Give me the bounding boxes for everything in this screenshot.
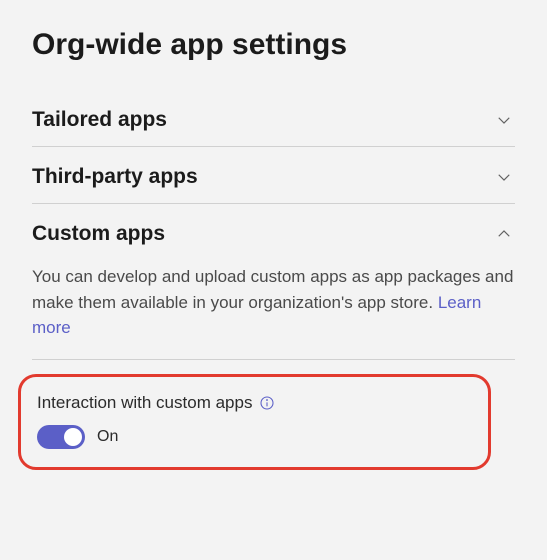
section-header-third-party-apps[interactable]: Third-party apps (32, 147, 515, 203)
section-header-custom-apps[interactable]: Custom apps (32, 204, 515, 260)
section-tailored-apps: Tailored apps (32, 90, 515, 147)
interaction-toggle-state: On (97, 428, 118, 446)
section-body-custom-apps: You can develop and upload custom apps a… (32, 260, 515, 359)
chevron-down-icon (493, 109, 515, 131)
interaction-setting-label-row: Interaction with custom apps (37, 393, 472, 413)
chevron-up-icon (493, 223, 515, 245)
page-title: Org-wide app settings (32, 28, 515, 62)
section-custom-apps: Custom apps You can develop and upload c… (32, 204, 515, 360)
toggle-knob (64, 428, 82, 446)
section-third-party-apps: Third-party apps (32, 147, 515, 204)
chevron-down-icon (493, 166, 515, 188)
interaction-toggle-row: On (37, 425, 472, 449)
section-header-tailored-apps[interactable]: Tailored apps (32, 90, 515, 146)
custom-apps-description: You can develop and upload custom apps a… (32, 264, 515, 341)
section-title-third-party-apps: Third-party apps (32, 165, 198, 189)
interaction-setting-label: Interaction with custom apps (37, 393, 252, 413)
info-icon[interactable] (258, 394, 276, 412)
interaction-setting-highlight: Interaction with custom apps On (18, 374, 491, 470)
section-title-custom-apps: Custom apps (32, 222, 165, 246)
section-title-tailored-apps: Tailored apps (32, 108, 167, 132)
interaction-toggle[interactable] (37, 425, 85, 449)
